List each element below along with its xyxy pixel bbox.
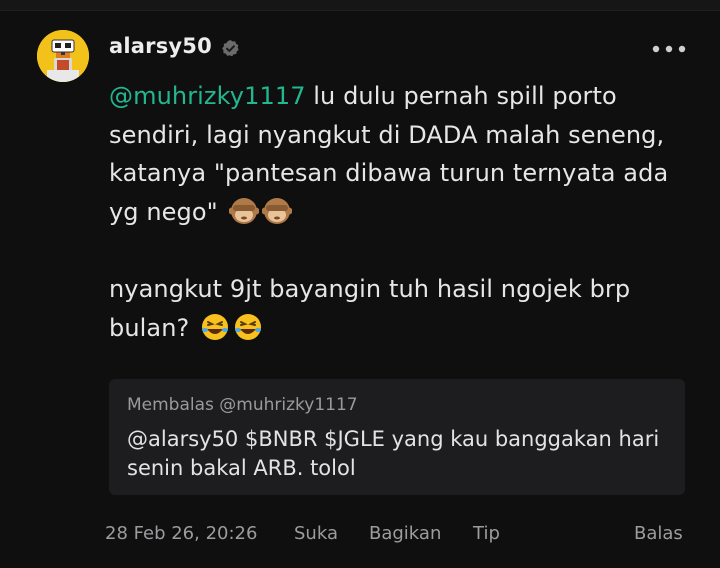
quoted-reply-meta: Membalas @muhrizky1117 xyxy=(127,395,358,415)
username[interactable]: alarsy50 xyxy=(109,34,212,58)
rofl-face-icon xyxy=(202,313,229,340)
share-button[interactable]: Bagikan xyxy=(369,523,441,544)
quoted-reply-box[interactable]: Membalas @muhrizky1117 @alarsy50 $BNBR $… xyxy=(109,379,685,495)
see-no-evil-monkey-icon xyxy=(261,197,292,224)
post-text-2: nyangkut 9jt bayangin tuh hasil ngojek b… xyxy=(109,275,631,342)
tip-button[interactable]: Tip xyxy=(473,523,500,544)
top-divider xyxy=(0,0,720,11)
see-no-evil-monkey-icon xyxy=(228,197,259,224)
verified-badge-icon xyxy=(222,39,239,57)
post-timestamp: 28 Feb 26, 20:26 xyxy=(105,523,258,544)
like-button[interactable]: Suka xyxy=(294,523,338,544)
avatar-character-icon xyxy=(37,30,89,82)
rofl-face-icon xyxy=(235,313,262,340)
reply-button[interactable]: Balas xyxy=(634,523,683,544)
post-paragraph-1: @muhrizky1117 lu dulu pernah spill porto… xyxy=(109,77,679,231)
quoted-reply-text: @alarsy50 $BNBR $JGLE yang kau banggakan… xyxy=(127,427,660,480)
avatar[interactable] xyxy=(37,30,89,82)
post-body: @muhrizky1117 lu dulu pernah spill porto… xyxy=(109,77,679,347)
post-mention-link[interactable]: @muhrizky1117 xyxy=(109,82,306,110)
more-options-icon[interactable] xyxy=(650,37,688,61)
post-paragraph-2: nyangkut 9jt bayangin tuh hasil ngojek b… xyxy=(109,270,679,347)
